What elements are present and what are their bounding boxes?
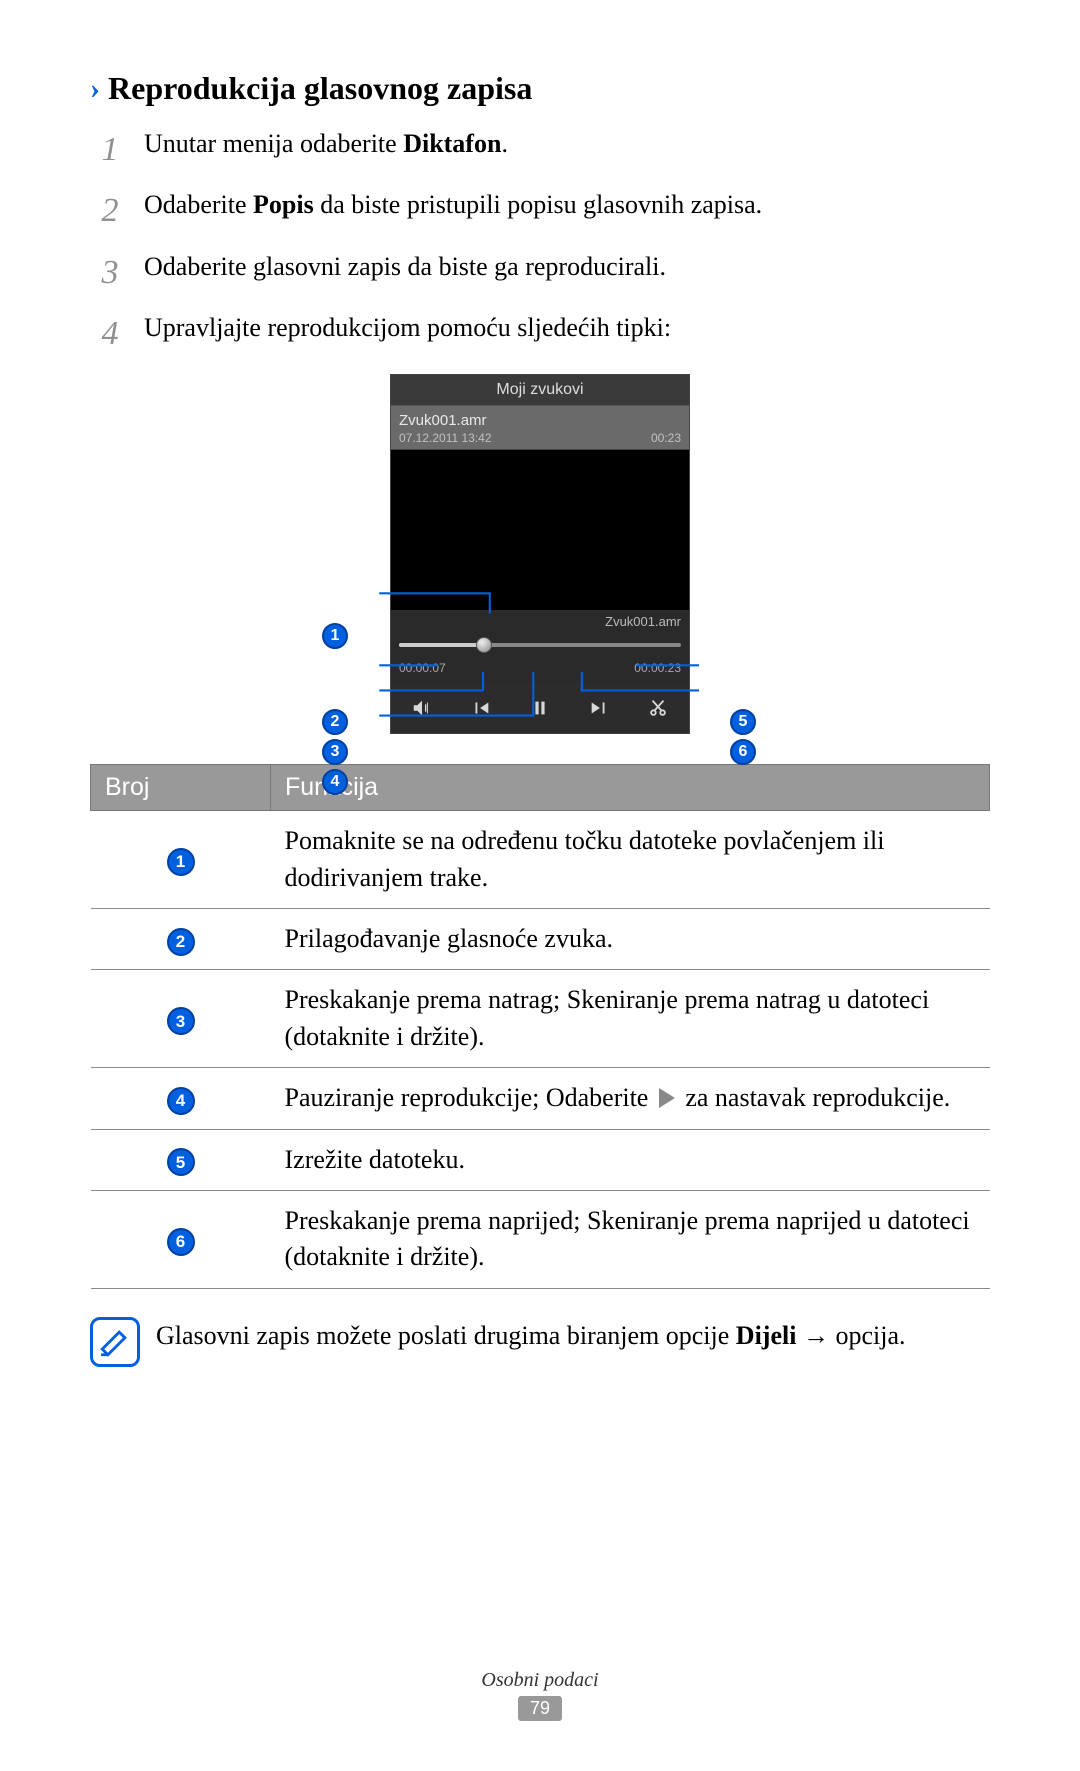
row-badge: 1: [167, 848, 195, 876]
row-badge: 2: [167, 928, 195, 956]
section-title-text: Reprodukcija glasovnog zapisa: [108, 70, 532, 107]
callout-badge-1: 1: [322, 623, 348, 649]
table-row: 6 Preskakanje prema naprijed; Skeniranje…: [91, 1190, 990, 1288]
phone-mockup: Moji zvukovi Zvuk001.amr 07.12.2011 13:4…: [390, 374, 690, 734]
controls-row: [391, 683, 689, 733]
step-4: 4 Upravljajte reprodukcijom pomoću sljed…: [90, 309, 990, 358]
row-text: Prilagođavanje glasnoće zvuka.: [271, 908, 990, 969]
row-text: Pomaknite se na određenu točku datoteke …: [271, 811, 990, 909]
footer-section: Osobni podaci: [0, 1669, 1080, 1692]
table-row: 2 Prilagođavanje glasnoće zvuka.: [91, 908, 990, 969]
phone-title: Moji zvukovi: [391, 375, 689, 406]
file-date: 07.12.2011 13:42: [399, 431, 492, 445]
slider-thumb[interactable]: [476, 637, 492, 653]
row-badge: 5: [167, 1148, 195, 1176]
pause-button[interactable]: [518, 693, 562, 723]
page-number: 79: [518, 1696, 562, 1721]
step-text: Odaberite glasovni zapis da biste ga rep…: [144, 248, 990, 297]
note-text: Glasovni zapis možete poslati drugima bi…: [156, 1317, 905, 1355]
prev-button[interactable]: [459, 693, 503, 723]
step-text: Unutar menija odaberite Diktafon.: [144, 125, 990, 174]
table-row: 1 Pomaknite se na određenu točku datotek…: [91, 811, 990, 909]
row-text: Pauziranje reprodukcije; Odaberite za na…: [271, 1068, 990, 1129]
seek-slider[interactable]: [391, 633, 689, 657]
row-text: Preskakanje prema natrag; Skeniranje pre…: [271, 970, 990, 1068]
now-playing-label: Zvuk001.amr: [391, 610, 689, 633]
time-elapsed: 00:00:07: [399, 661, 446, 675]
step-text: Odaberite Popis da biste pristupili popi…: [144, 186, 990, 235]
next-button[interactable]: [577, 693, 621, 723]
callout-badge-6: 6: [730, 739, 756, 765]
volume-button[interactable]: [400, 693, 444, 723]
table-row: 3 Preskakanje prema natrag; Skeniranje p…: [91, 970, 990, 1068]
row-badge: 6: [167, 1228, 195, 1256]
waveform-area: [391, 450, 689, 610]
file-row[interactable]: Zvuk001.amr 07.12.2011 13:42 00:23: [391, 406, 689, 450]
row-text: Izrežite datoteku.: [271, 1129, 990, 1190]
step-3: 3 Odaberite glasovni zapis da biste ga r…: [90, 248, 990, 297]
step-number: 4: [96, 309, 124, 358]
note-icon: [90, 1317, 140, 1367]
time-total: 00:00:23: [634, 661, 681, 675]
page-footer: Osobni podaci 79: [0, 1669, 1080, 1721]
chevron-icon: ›: [90, 72, 100, 106]
row-badge: 4: [167, 1087, 195, 1115]
callout-badge-5: 5: [730, 709, 756, 735]
callout-badge-3: 3: [322, 739, 348, 765]
step-number: 1: [96, 125, 124, 174]
step-number: 2: [96, 186, 124, 235]
phone-mockup-container: Moji zvukovi Zvuk001.amr 07.12.2011 13:4…: [260, 374, 820, 734]
step-number: 3: [96, 248, 124, 297]
row-badge: 3: [167, 1007, 195, 1035]
step-text: Upravljajte reprodukcijom pomoću sljedeć…: [144, 309, 990, 358]
file-name: Zvuk001.amr: [399, 412, 681, 429]
file-duration: 00:23: [651, 431, 681, 445]
trim-button[interactable]: [636, 693, 680, 723]
step-1: 1 Unutar menija odaberite Diktafon.: [90, 125, 990, 174]
header-function: Funkcija: [271, 765, 990, 811]
row-text: Preskakanje prema naprijed; Skeniranje p…: [271, 1190, 990, 1288]
note-box: Glasovni zapis možete poslati drugima bi…: [90, 1317, 990, 1367]
play-icon: [659, 1088, 675, 1108]
header-number: Broj: [91, 765, 271, 811]
table-row: 4 Pauziranje reprodukcije; Odaberite za …: [91, 1068, 990, 1129]
function-table: Broj Funkcija 1 Pomaknite se na određenu…: [90, 764, 990, 1289]
step-2: 2 Odaberite Popis da biste pristupili po…: [90, 186, 990, 235]
table-row: 5 Izrežite datoteku.: [91, 1129, 990, 1190]
callout-badge-2: 2: [322, 709, 348, 735]
section-title: › Reprodukcija glasovnog zapisa: [90, 70, 990, 107]
time-row: 00:00:07 00:00:23: [391, 657, 689, 683]
table-header-row: Broj Funkcija: [91, 765, 990, 811]
